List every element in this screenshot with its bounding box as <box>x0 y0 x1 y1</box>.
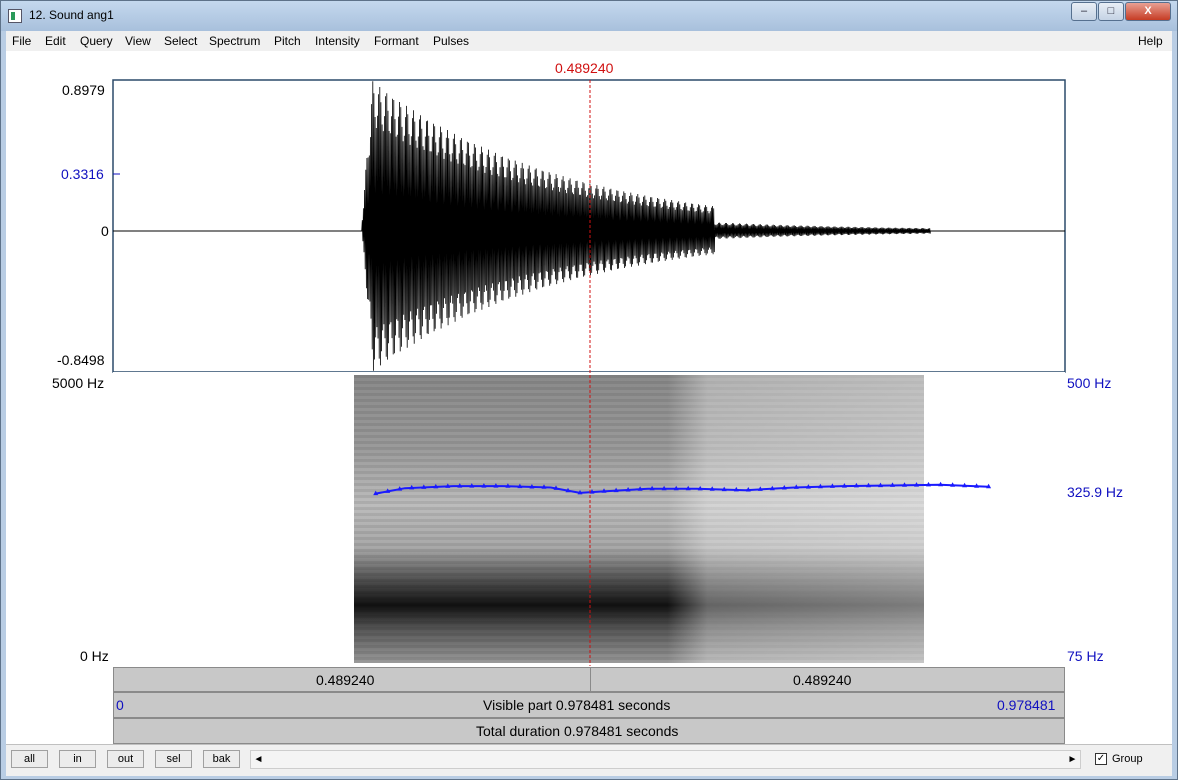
maximize-button[interactable]: □ <box>1098 2 1124 21</box>
scroll-left-arrow-icon[interactable]: ◄ <box>251 751 266 768</box>
selection-divider <box>590 668 591 691</box>
menu-query[interactable]: Query <box>80 34 113 48</box>
scroll-right-arrow-icon[interactable]: ► <box>1065 751 1080 768</box>
menu-intensity[interactable]: Intensity <box>315 34 360 48</box>
menu-help[interactable]: Help <box>1138 34 1163 48</box>
menu-edit[interactable]: Edit <box>45 34 66 48</box>
sound-window-icon <box>8 9 22 23</box>
group-label: Group <box>1112 753 1143 765</box>
menu-spectrum[interactable]: Spectrum <box>209 34 260 48</box>
selection-left-value: 0.489240 <box>316 672 375 688</box>
window-title: 12. Sound ang1 <box>29 8 114 22</box>
menu-pitch[interactable]: Pitch <box>274 34 301 48</box>
horizontal-scrollbar[interactable]: ◄ ► <box>250 750 1081 769</box>
menu-formant[interactable]: Formant <box>374 34 419 48</box>
menu-view[interactable]: View <box>125 34 151 48</box>
zoom-back-button[interactable]: bak <box>203 750 240 768</box>
zoom-in-button[interactable]: in <box>59 750 96 768</box>
zoom-all-button[interactable]: all <box>11 750 48 768</box>
sound-plot[interactable] <box>6 51 1172 744</box>
praat-sound-window: 12. Sound ang1 – □ X File Edit Query Vie… <box>0 0 1178 780</box>
menu-bar: File Edit Query View Select Spectrum Pit… <box>6 31 1172 51</box>
visible-end: 0.978481 <box>997 697 1056 713</box>
editor-area[interactable]: 0.489240 0.8979 0.3316 0 -0.8498 5000 Hz… <box>6 51 1172 744</box>
spectrogram-decay <box>354 375 924 663</box>
close-button[interactable]: X <box>1125 2 1171 21</box>
visible-part-label: Visible part 0.978481 seconds <box>483 697 671 713</box>
visible-part-bar[interactable]: 0 Visible part 0.978481 seconds 0.978481 <box>113 692 1065 718</box>
visible-start: 0 <box>116 697 124 713</box>
zoom-sel-button[interactable]: sel <box>155 750 192 768</box>
total-duration-bar[interactable]: Total duration 0.978481 seconds <box>113 718 1065 744</box>
group-checkbox[interactable]: ✓ <box>1095 753 1107 765</box>
selection-right-value: 0.489240 <box>793 672 852 688</box>
menu-select[interactable]: Select <box>164 34 197 48</box>
selection-bar[interactable]: 0.489240 0.489240 <box>113 667 1065 692</box>
minimize-button[interactable]: – <box>1071 2 1097 21</box>
zoom-out-button[interactable]: out <box>107 750 144 768</box>
menu-file[interactable]: File <box>12 34 31 48</box>
menu-pulses[interactable]: Pulses <box>433 34 469 48</box>
bottom-toolbar: all in out sel bak ◄ ► ✓ Group <box>6 744 1172 776</box>
title-bar: 12. Sound ang1 – □ X <box>1 1 1177 31</box>
total-duration-label: Total duration 0.978481 seconds <box>476 723 679 739</box>
